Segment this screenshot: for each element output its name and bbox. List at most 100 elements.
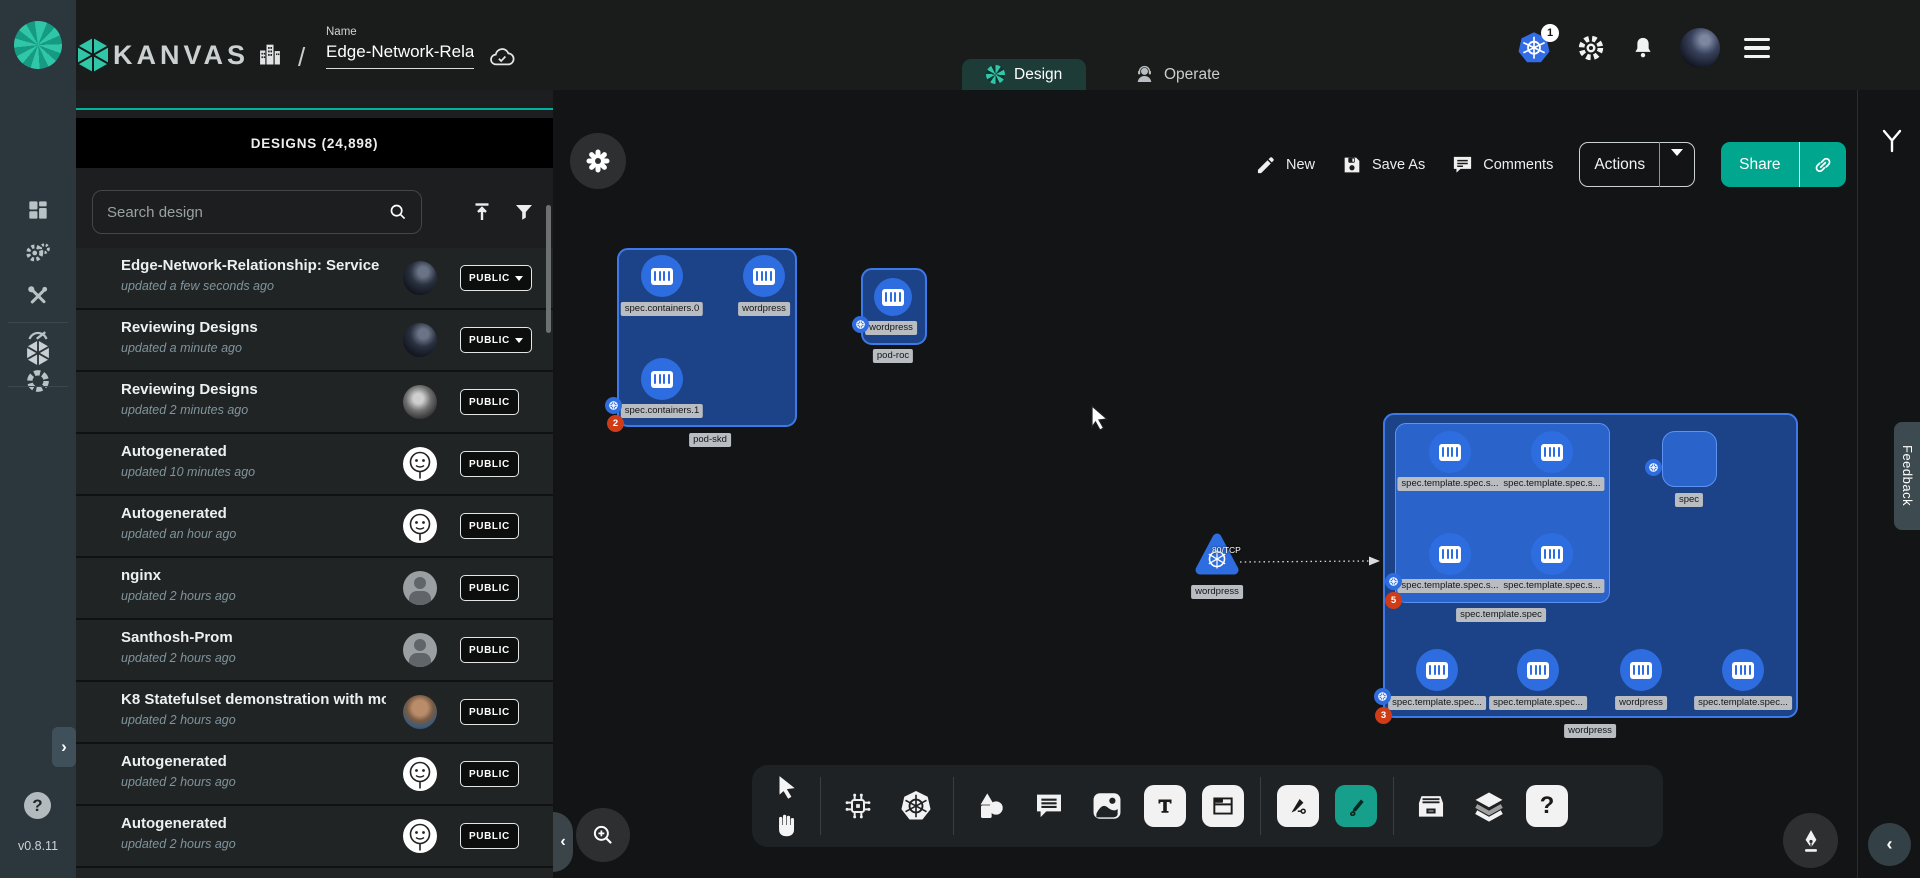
design-list-item[interactable]: Autogenerated updated 2 hours ago PUBLIC <box>76 744 553 806</box>
visibility-select[interactable]: PUBLIC <box>460 327 532 353</box>
design-list-item[interactable]: Santhosh-Prom updated 2 hours ago PUBLIC <box>76 620 553 682</box>
service-node-wordpress[interactable] <box>1194 531 1240 581</box>
container-node[interactable] <box>1517 649 1559 691</box>
design-list-item[interactable]: Reviewing Designs updated a minute ago P… <box>76 310 553 372</box>
kubernetes-tool-button[interactable] <box>891 781 941 831</box>
copy-link-button[interactable] <box>1800 154 1846 176</box>
design-name: Reviewing Designs <box>121 381 386 398</box>
container-node[interactable] <box>1429 431 1471 473</box>
save-as-button[interactable]: Save As <box>1341 154 1425 176</box>
container-node-wordpress[interactable] <box>743 255 785 297</box>
new-button[interactable]: New <box>1255 154 1315 176</box>
error-badge[interactable]: 3 <box>1375 707 1392 724</box>
canvas-widgets-button[interactable] <box>570 133 626 189</box>
error-badge[interactable]: 2 <box>607 415 624 432</box>
design-list-item[interactable]: Autogenerated updated 10 minutes ago PUB… <box>76 434 553 496</box>
pen-tool-button[interactable] <box>1273 781 1323 831</box>
container-node-wordpress[interactable] <box>1620 649 1662 691</box>
design-avatar <box>403 757 437 791</box>
container-node-spec-containers-1[interactable] <box>641 358 683 400</box>
panel-accent-line <box>76 108 553 110</box>
visibility-badge: PUBLIC <box>460 389 519 415</box>
spec-template-spec-group[interactable] <box>1395 423 1610 603</box>
kubernetes-badge-icon[interactable] <box>1385 573 1402 590</box>
container-node[interactable] <box>1531 431 1573 473</box>
kubernetes-badge-icon[interactable] <box>1374 688 1391 705</box>
nav-dashboard-icon[interactable] <box>18 190 58 230</box>
kubernetes-badge-icon[interactable] <box>852 316 869 333</box>
nav-kanvas-icon[interactable] <box>18 333 58 373</box>
help-button[interactable]: ? <box>24 792 51 819</box>
design-list-item[interactable]: K8 Statefulset demonstration with mo upd… <box>76 682 553 744</box>
menu-hamburger-icon[interactable] <box>1744 38 1770 59</box>
kubernetes-badge-icon[interactable] <box>605 397 622 414</box>
window-tool-button[interactable] <box>1198 781 1248 831</box>
pen-path-icon <box>1277 785 1319 827</box>
design-mode-button[interactable] <box>1783 813 1838 868</box>
visibility-badge: PUBLIC <box>460 761 519 787</box>
design-search-box[interactable] <box>92 190 422 234</box>
layers-button[interactable] <box>1464 781 1514 831</box>
components-tool-button[interactable] <box>833 781 883 831</box>
container-node[interactable] <box>1416 649 1458 691</box>
design-list-item[interactable]: Reviewing Designs updated 2 minutes ago … <box>76 372 553 434</box>
circuit-chip-icon <box>842 790 874 822</box>
settings-gear-icon[interactable] <box>1576 33 1606 63</box>
views-y-icon[interactable] <box>1880 128 1904 154</box>
container-node-spec-containers-0[interactable] <box>641 255 683 297</box>
comment-icon <box>1451 153 1474 176</box>
design-name-input[interactable] <box>326 42 474 69</box>
pan-tool-button[interactable] <box>764 807 808 843</box>
feedback-tab[interactable]: Feedback <box>1894 422 1920 530</box>
shapes-tool-button[interactable] <box>966 781 1016 831</box>
notifications-bell-icon[interactable] <box>1630 34 1656 62</box>
question-mark-icon: ? <box>1526 785 1568 827</box>
kubernetes-context-button[interactable]: 1 <box>1516 30 1552 66</box>
design-list-item[interactable]: nginx updated 2 hours ago PUBLIC <box>76 558 553 620</box>
container-node[interactable] <box>1429 533 1471 575</box>
tab-design[interactable]: Design <box>962 59 1086 90</box>
expand-panel-button[interactable]: › <box>52 727 76 767</box>
nav-configuration-tools-icon[interactable] <box>18 276 58 316</box>
comment-tool-button[interactable] <box>1024 781 1074 831</box>
comments-label: Comments <box>1483 157 1553 173</box>
zoom-button[interactable] <box>576 808 630 862</box>
visibility-select[interactable]: PUBLIC <box>460 265 532 291</box>
actions-caret-button[interactable] <box>1660 156 1694 174</box>
collapse-designs-panel-button[interactable]: ‹ <box>553 812 573 872</box>
kanvas-app: KANVAS / Name <box>0 0 1920 878</box>
nav-lifecycle-gears-icon[interactable] <box>18 233 58 273</box>
caret-down-icon <box>515 276 523 281</box>
design-list-item[interactable]: Autogenerated updated an hour ago PUBLIC <box>76 496 553 558</box>
select-tool-button[interactable] <box>764 769 808 805</box>
edge-wordpress-to-deployment[interactable] <box>1238 550 1384 572</box>
node-label: spec.containers.0 <box>621 302 703 316</box>
collapse-right-panel-button[interactable]: ‹ <box>1868 823 1911 866</box>
design-search-input[interactable] <box>105 203 387 222</box>
error-badge[interactable]: 5 <box>1385 592 1402 609</box>
freehand-draw-button[interactable] <box>1331 781 1381 831</box>
import-design-icon[interactable] <box>464 194 500 230</box>
design-name-field: Name <box>326 26 474 69</box>
meshery-logo-block[interactable] <box>0 0 76 90</box>
share-split-button[interactable]: Share <box>1721 142 1845 187</box>
organization-icon[interactable] <box>255 40 285 68</box>
drawer-button[interactable] <box>1406 781 1456 831</box>
container-node[interactable] <box>1722 649 1764 691</box>
toolbar-help-button[interactable]: ? <box>1522 781 1572 831</box>
text-tool-button[interactable] <box>1140 781 1190 831</box>
link-icon <box>1812 154 1834 176</box>
comments-button[interactable]: Comments <box>1451 153 1553 176</box>
design-list-item[interactable]: Edge-Network-Relationship: Service updat… <box>76 248 553 310</box>
spec-node[interactable] <box>1662 431 1717 487</box>
container-node[interactable] <box>1531 533 1573 575</box>
filter-icon[interactable] <box>506 194 542 230</box>
container-node-wordpress[interactable] <box>874 278 912 316</box>
actions-split-button[interactable]: Actions <box>1579 142 1695 187</box>
kubernetes-badge-icon[interactable] <box>1645 459 1662 476</box>
tab-operate[interactable]: Operate <box>1110 59 1244 90</box>
image-tool-button[interactable] <box>1082 781 1132 831</box>
designs-scrollbar[interactable] <box>546 205 551 333</box>
user-avatar[interactable] <box>1680 28 1720 68</box>
design-list-item[interactable]: Autogenerated updated 2 hours ago PUBLIC <box>76 806 553 868</box>
